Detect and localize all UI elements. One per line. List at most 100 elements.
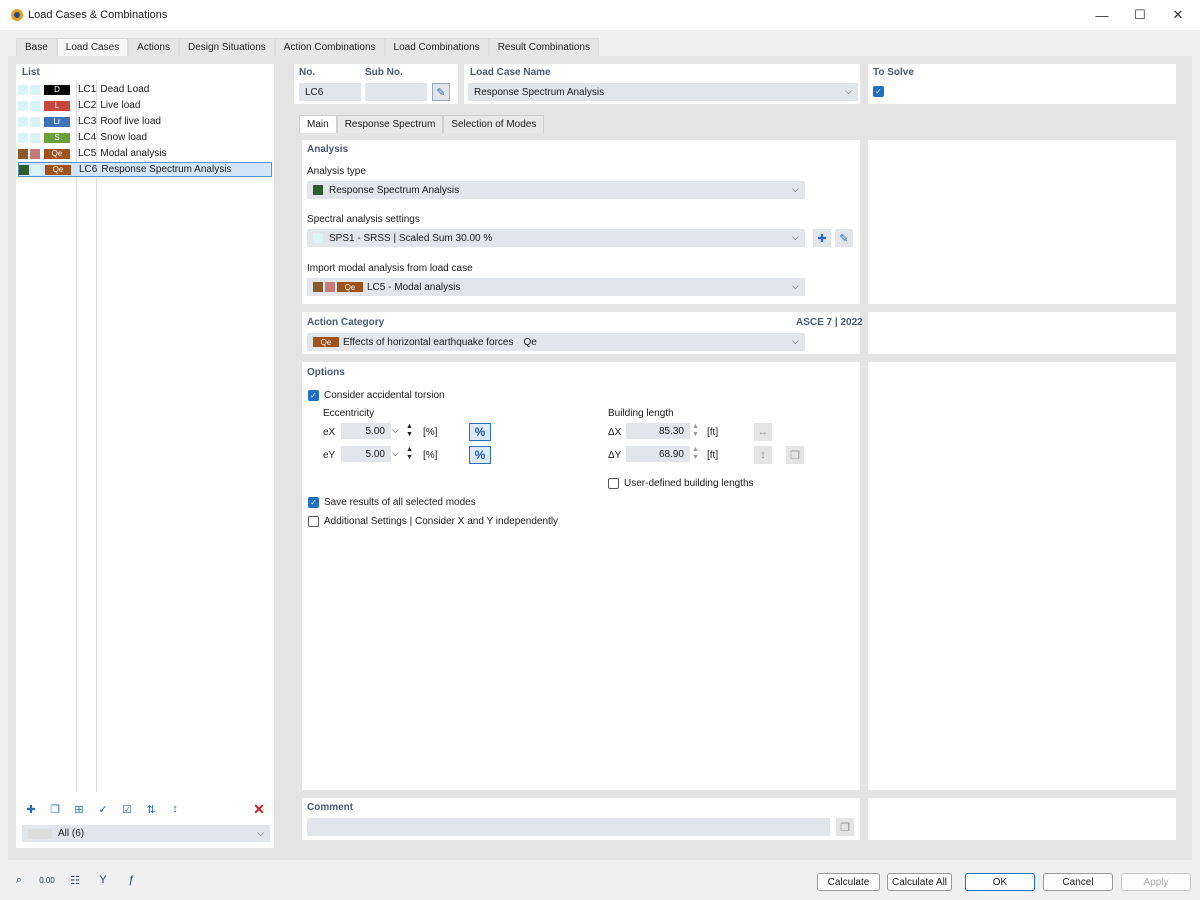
action-category-select[interactable]: Qe Effects of horizontal earthquake forc… bbox=[307, 333, 805, 351]
main-tabs: Base Load Cases Actions Design Situation… bbox=[16, 38, 599, 56]
tab-main[interactable]: Main bbox=[299, 115, 337, 133]
ok-button[interactable]: OK bbox=[965, 873, 1035, 891]
apply-button[interactable]: Apply bbox=[1121, 873, 1191, 891]
list-item[interactable]: L LC2 Live load bbox=[18, 98, 272, 113]
tab-response-spectrum[interactable]: Response Spectrum bbox=[336, 115, 444, 133]
comment-input[interactable] bbox=[307, 818, 830, 836]
list-item[interactable]: Qe LC5 Modal analysis bbox=[18, 146, 272, 161]
list-label: List bbox=[22, 67, 40, 78]
chevron-down-icon[interactable]: ⌵ bbox=[392, 425, 399, 436]
decimal-icon[interactable]: 0.00 bbox=[38, 871, 56, 889]
analysis-type-select[interactable]: Response Spectrum Analysis ⌵ bbox=[307, 181, 805, 199]
no-label: No. bbox=[299, 67, 316, 78]
list-swatch bbox=[18, 116, 28, 127]
copy-icon[interactable]: ❐ bbox=[786, 446, 804, 464]
list-badge: L bbox=[44, 100, 70, 111]
units-icon[interactable]: ☷ bbox=[66, 871, 84, 889]
search-icon[interactable]: ⌕ bbox=[10, 871, 28, 889]
calculate-all-button[interactable]: Calculate All bbox=[887, 873, 952, 891]
import-swatch-1 bbox=[313, 282, 323, 292]
measure-y-icon[interactable]: ↕ bbox=[754, 446, 772, 464]
list-item[interactable]: Lr LC3 Roof live load bbox=[18, 114, 272, 129]
spectral-swatch bbox=[313, 233, 323, 243]
subno-field[interactable] bbox=[365, 83, 427, 101]
copy-icon[interactable]: ❐ bbox=[46, 800, 64, 818]
action-category-value: Effects of horizontal earthquake forces bbox=[343, 336, 514, 348]
spinner-icon[interactable]: ▲ ▼ bbox=[692, 446, 699, 462]
new-icon[interactable]: ✚ bbox=[22, 800, 40, 818]
delete-icon[interactable]: ✕ bbox=[250, 800, 268, 818]
additional-settings-checkbox[interactable] bbox=[308, 516, 319, 527]
filter-value: All (6) bbox=[58, 828, 85, 839]
list-divider bbox=[96, 80, 97, 792]
tab-result-combinations[interactable]: Result Combinations bbox=[488, 38, 599, 56]
chevron-down-icon: ⌵ bbox=[792, 184, 799, 194]
ex-input[interactable]: 5.00 bbox=[341, 423, 391, 439]
spinner-icon[interactable]: ▲ ▼ bbox=[692, 423, 699, 439]
ey-percent-button[interactable]: % bbox=[469, 446, 491, 464]
import-modal-select[interactable]: Qe LC5 - Modal analysis ⌵ bbox=[307, 278, 805, 296]
edit-icon[interactable]: ✎ bbox=[432, 83, 450, 101]
spectral-settings-select[interactable]: SPS1 - SRSS | Scaled Sum 30.00 % ⌵ bbox=[307, 229, 805, 247]
list-item[interactable]: Qe LC6 Response Spectrum Analysis bbox=[18, 162, 272, 177]
no-field[interactable]: LC6 bbox=[299, 83, 361, 101]
tab-action-combinations[interactable]: Action Combinations bbox=[274, 38, 385, 56]
comment-copy-icon[interactable]: ❐ bbox=[836, 818, 854, 836]
save-results-row: ✓ Save results of all selected modes bbox=[308, 497, 476, 508]
formula-icon[interactable]: ƒ bbox=[122, 871, 140, 889]
measure-x-icon[interactable]: ↔ bbox=[754, 423, 772, 441]
minimize-button[interactable]: — bbox=[1082, 0, 1122, 30]
tab-actions[interactable]: Actions bbox=[128, 38, 179, 56]
tab-design-situations[interactable]: Design Situations bbox=[178, 38, 275, 56]
close-button[interactable]: ✕ bbox=[1158, 0, 1198, 30]
subno-label: Sub No. bbox=[365, 67, 403, 78]
list-filter-select[interactable]: All (6) ⌵ bbox=[22, 825, 270, 842]
maximize-button[interactable]: ☐ bbox=[1120, 0, 1160, 30]
load-case-name-select[interactable]: Response Spectrum Analysis ⌵ bbox=[468, 83, 858, 101]
list-item-id: LC1 bbox=[78, 84, 97, 95]
import-swatch-2 bbox=[325, 282, 335, 292]
accidental-torsion-checkbox[interactable]: ✓ bbox=[308, 390, 319, 401]
tab-load-combinations[interactable]: Load Combinations bbox=[384, 38, 489, 56]
list-swatch bbox=[30, 132, 40, 143]
spinner-icon[interactable]: ▲ ▼ bbox=[406, 446, 413, 462]
spinner-icon[interactable]: ▲ ▼ bbox=[406, 423, 413, 439]
filter-icon[interactable]: Y bbox=[94, 871, 112, 889]
to-solve-checkbox[interactable]: ✓ bbox=[873, 86, 884, 97]
check-all-icon[interactable]: ✓ bbox=[94, 800, 112, 818]
user-defined-row: User-defined building lengths bbox=[608, 478, 754, 489]
chevron-down-icon: ⌵ bbox=[845, 86, 852, 96]
edit-spectral-icon[interactable]: ✎ bbox=[835, 229, 853, 247]
new-spectral-icon[interactable]: ✚ bbox=[813, 229, 831, 247]
save-results-checkbox[interactable]: ✓ bbox=[308, 497, 319, 508]
tab-selection-of-modes[interactable]: Selection of Modes bbox=[443, 115, 545, 133]
ex-unit: [%] bbox=[423, 427, 438, 438]
ex-percent-button[interactable]: % bbox=[469, 423, 491, 441]
bottom-toolbar: ⌕ 0.00 ☷ Y ƒ bbox=[10, 871, 140, 889]
renumber-icon[interactable]: ⇅ bbox=[142, 800, 160, 818]
list-item[interactable]: S LC4 Snow load bbox=[18, 130, 272, 145]
list-item-id: LC6 bbox=[79, 164, 98, 175]
solve-box bbox=[868, 64, 1176, 104]
list-swatch bbox=[31, 164, 41, 175]
tab-load-cases[interactable]: Load Cases bbox=[56, 38, 129, 56]
sort-icon[interactable]: ↕ bbox=[166, 800, 184, 818]
building-length-label: Building length bbox=[608, 408, 674, 419]
dx-input[interactable]: 85.30 bbox=[626, 423, 690, 439]
dy-input[interactable]: 68.90 bbox=[626, 446, 690, 462]
calculate-button[interactable]: Calculate bbox=[817, 873, 880, 891]
user-defined-checkbox[interactable] bbox=[608, 478, 619, 489]
chevron-down-icon[interactable]: ⌵ bbox=[392, 448, 399, 459]
additional-settings-row: Additional Settings | Consider X and Y i… bbox=[308, 516, 558, 527]
insert-icon[interactable]: ⊞ bbox=[70, 800, 88, 818]
tab-base[interactable]: Base bbox=[16, 38, 57, 56]
ey-unit: [%] bbox=[423, 450, 438, 461]
ey-input[interactable]: 5.00 bbox=[341, 446, 391, 462]
import-modal-label: Import modal analysis from load case bbox=[307, 263, 473, 274]
list-item[interactable]: D LC1 Dead Load bbox=[18, 82, 272, 97]
title-bar: Load Cases & Combinations — ☐ ✕ bbox=[0, 0, 1200, 30]
check-selected-icon[interactable]: ☑ bbox=[118, 800, 136, 818]
list-swatch bbox=[30, 84, 40, 95]
list-item-name: Modal analysis bbox=[100, 148, 167, 159]
cancel-button[interactable]: Cancel bbox=[1043, 873, 1113, 891]
